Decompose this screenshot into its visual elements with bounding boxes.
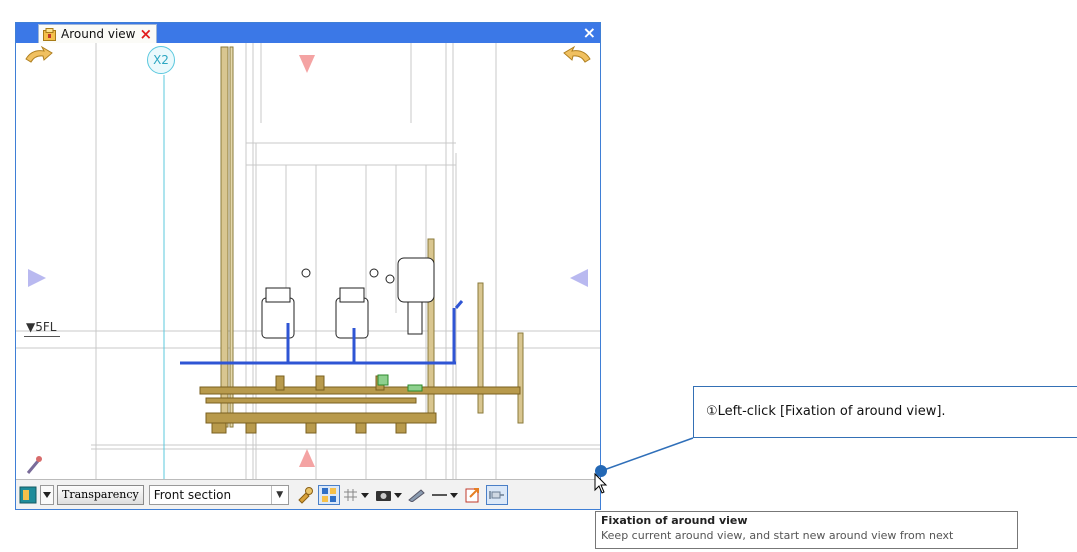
display-mode-button[interactable] bbox=[19, 485, 37, 505]
level-label: ▼5FL bbox=[26, 320, 57, 334]
nav-right-icon bbox=[570, 269, 588, 287]
tooltip-description: Keep current around view, and start new … bbox=[601, 529, 954, 542]
snap-icon bbox=[343, 488, 369, 501]
nav-down-icon bbox=[299, 449, 315, 467]
wrench-icon bbox=[298, 486, 313, 504]
nav-up-icon bbox=[299, 55, 315, 73]
camera-icon bbox=[375, 490, 402, 501]
export-icon bbox=[465, 487, 479, 502]
tab-around-view[interactable]: Around view × bbox=[38, 24, 158, 43]
chevron-down-icon: ▼ bbox=[270, 485, 288, 504]
tab-close-icon[interactable]: × bbox=[140, 27, 153, 42]
instruction-callout: ①Left-click [Fixation of around view]. bbox=[693, 386, 1077, 438]
tooltip-title: Fixation of around view bbox=[601, 514, 748, 527]
drawing-canvas[interactable]: X2 ▼5FL bbox=[16, 43, 600, 479]
grid-icon bbox=[321, 487, 336, 502]
callout-text: ①Left-click [Fixation of around view]. bbox=[706, 404, 946, 419]
pen-button[interactable] bbox=[407, 485, 427, 505]
around-view-tab-icon bbox=[43, 27, 56, 41]
transparency-button[interactable]: Transparency bbox=[57, 484, 144, 505]
snap-button[interactable] bbox=[343, 485, 371, 505]
level-underline bbox=[24, 336, 60, 337]
display-mode-dropdown[interactable] bbox=[40, 484, 54, 505]
title-bar: Around view × × bbox=[16, 23, 600, 43]
fixation-of-around-view-button[interactable] bbox=[485, 484, 508, 505]
line-style-button[interactable] bbox=[430, 485, 460, 505]
tooltip: Fixation of around view Keep current aro… bbox=[595, 511, 1018, 549]
line-style-icon bbox=[431, 492, 458, 498]
grid-toggle-button[interactable] bbox=[317, 484, 340, 505]
wrench-button[interactable] bbox=[295, 485, 315, 505]
rotate-right-icon bbox=[563, 45, 591, 63]
around-view-toolbar: Transparency Front section ▼ bbox=[16, 479, 600, 509]
section-select-value: Front section bbox=[153, 487, 232, 502]
tab-label: Around view bbox=[61, 27, 136, 41]
section-drawing bbox=[16, 43, 600, 479]
display-mode-icon bbox=[19, 486, 37, 503]
nav-left-icon bbox=[28, 269, 46, 287]
dropper-icon bbox=[26, 456, 42, 474]
around-view-window: Around view × × X2 ▼5FL Transparency Fro… bbox=[15, 22, 601, 510]
dropdown-arrow-icon bbox=[43, 491, 51, 498]
section-select[interactable]: Front section ▼ bbox=[148, 484, 289, 505]
grid-axis-bubble: X2 bbox=[147, 46, 175, 74]
pen-icon bbox=[407, 488, 425, 502]
camera-button[interactable] bbox=[374, 485, 404, 505]
rotate-left-icon bbox=[25, 45, 53, 63]
pin-icon bbox=[488, 490, 504, 499]
window-close-icon[interactable]: × bbox=[583, 24, 596, 42]
export-button[interactable] bbox=[463, 485, 483, 505]
